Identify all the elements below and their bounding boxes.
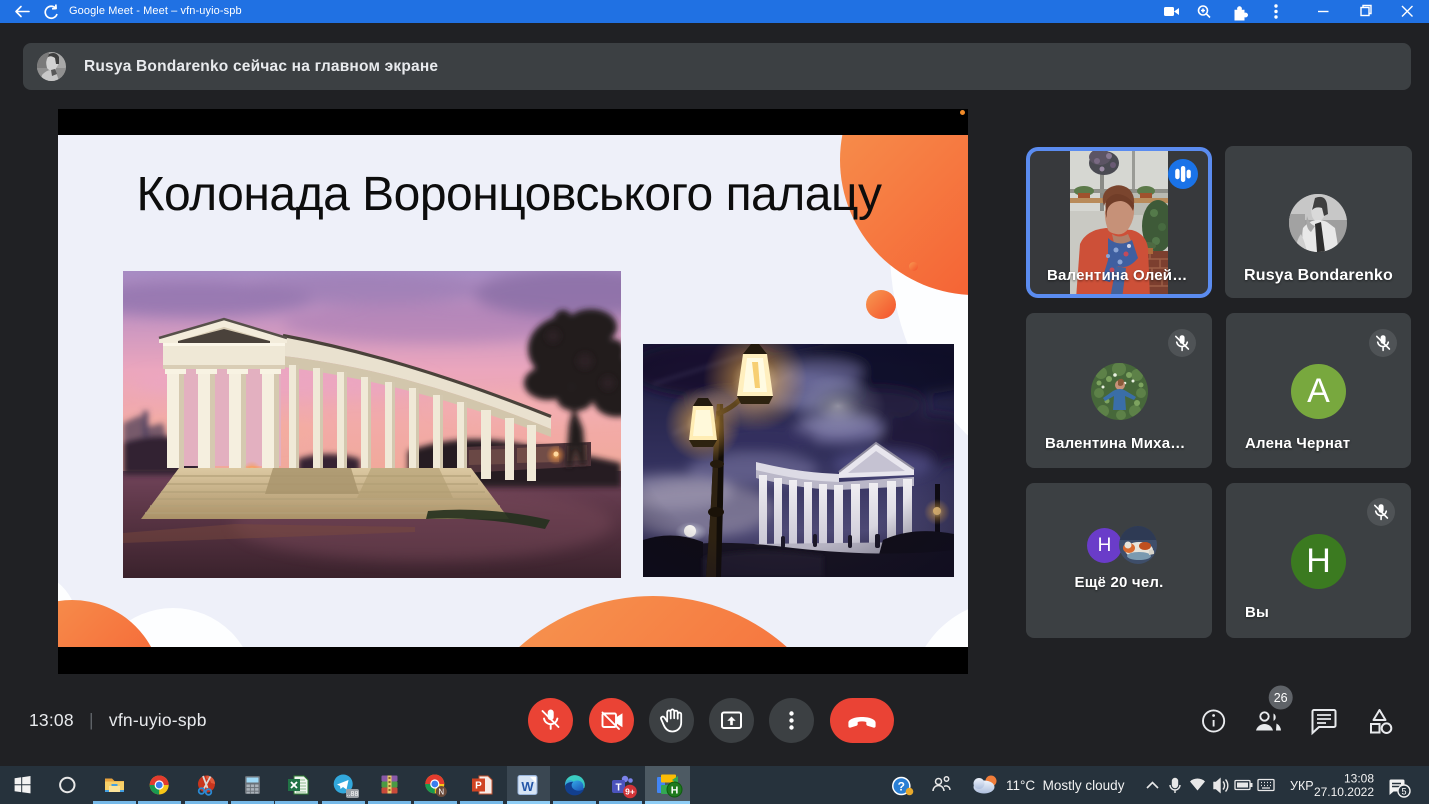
svg-text:13:08: 13:08 bbox=[1344, 772, 1374, 786]
svg-text:5: 5 bbox=[1401, 787, 1406, 797]
svg-text:27.10.2022: 27.10.2022 bbox=[1314, 785, 1374, 799]
svg-text:T: T bbox=[615, 783, 621, 794]
svg-text:P: P bbox=[475, 781, 482, 792]
svg-text:11°C Mostly cloudy: 11°C Mostly cloudy bbox=[1006, 778, 1125, 793]
svg-text:N: N bbox=[438, 788, 444, 797]
svg-text:УКР: УКР bbox=[1290, 779, 1314, 793]
svg-text:26: 26 bbox=[1274, 691, 1288, 705]
svg-text:?: ? bbox=[898, 780, 905, 794]
svg-text:..88: ..88 bbox=[347, 791, 359, 798]
svg-text:W: W bbox=[521, 779, 534, 794]
svg-text:H: H bbox=[671, 785, 679, 797]
svg-text:9+: 9+ bbox=[625, 787, 635, 797]
